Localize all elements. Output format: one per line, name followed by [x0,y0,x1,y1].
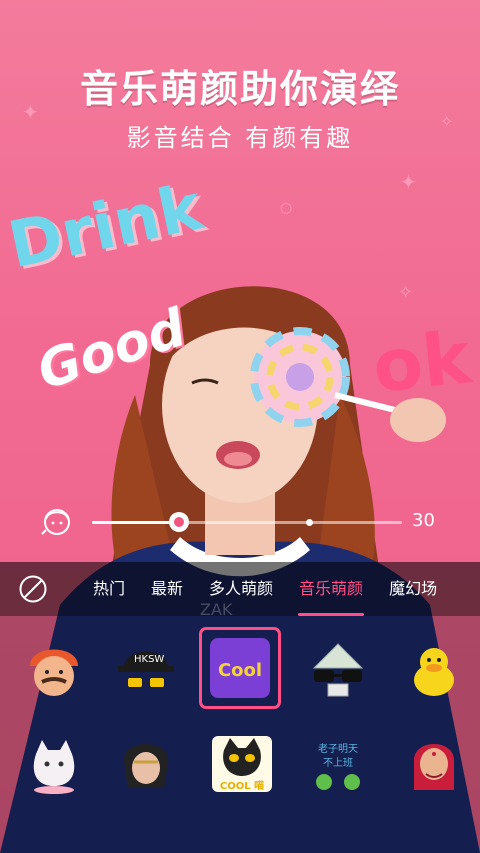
category-tabs: 热门 最新 多人萌颜 音乐萌颜 魔幻场 [80,562,450,616]
svg-text:HKSW: HKSW [134,654,164,665]
tab-hot[interactable]: 热门 [80,562,138,616]
tab-magic-scene[interactable]: 魔幻场 [376,562,450,616]
duck-sticker[interactable] [396,632,472,708]
beauty-slider-thumb[interactable] [168,512,189,532]
beauty-slider-fill [92,521,179,524]
sparkle-icon: ✦ [400,170,417,194]
promo-headline: 音乐萌颜助你演绎 [79,67,400,111]
punk-girl-sticker[interactable] [108,726,184,802]
svg-text:不上班: 不上班 [323,757,353,769]
turban-man-icon [30,649,78,696]
ok-decoration: ok [368,315,475,409]
sparkle-icon: ○ [280,200,293,216]
indian-girl-icon [413,744,455,790]
effect-category-bar: 热门 最新 多人萌颜 音乐萌颜 魔幻场 [0,562,480,616]
turban-man-sticker[interactable] [16,632,92,708]
hiphop-cap-sticker[interactable]: HKSW [108,632,184,708]
cat-ghost-sticker[interactable] [16,726,92,802]
money-glasses-icon [312,643,364,697]
cool-sticker[interactable]: Cool [199,627,281,709]
beauty-slider-value: 30 [412,510,435,531]
tab-music-face[interactable]: 音乐萌颜 [286,562,376,616]
cool-sticker-text: Cool [218,660,262,681]
cat-ghost-icon [33,740,75,794]
indian-girl-sticker[interactable] [396,726,472,802]
tab-multi-face[interactable]: 多人萌颜 [196,562,286,616]
cap-glasses-icon: HKSW [118,651,174,687]
svg-text:老子明天: 老子明天 [318,742,358,755]
cool-cat-icon: COOL 喵 [212,736,272,792]
punk-girl-icon [123,744,169,788]
duck-icon [414,648,454,696]
money-glasses-sticker[interactable] [300,632,376,708]
beauty-slider-row: 30 [0,500,480,544]
frog-text-icon: 老子明天 不上班 [316,742,360,790]
slider-default-mark [306,519,313,526]
cool-cat-sticker[interactable]: COOL 喵 [204,726,280,802]
no-effect-icon[interactable] [18,574,48,604]
cool-cat-sticker-text: COOL 喵 [220,779,264,792]
sticker-panel: HKSW Cool COOL 喵 老子明天 不上班 [0,616,480,853]
beauty-slider-track[interactable] [92,512,402,532]
tab-newest[interactable]: 最新 [138,562,196,616]
promo-subline: 影音结合 有颜有趣 [126,124,354,152]
frog-text-sticker[interactable]: 老子明天 不上班 [300,726,376,802]
cool-text-icon: Cool [210,638,270,698]
face-beauty-icon[interactable] [40,504,74,538]
